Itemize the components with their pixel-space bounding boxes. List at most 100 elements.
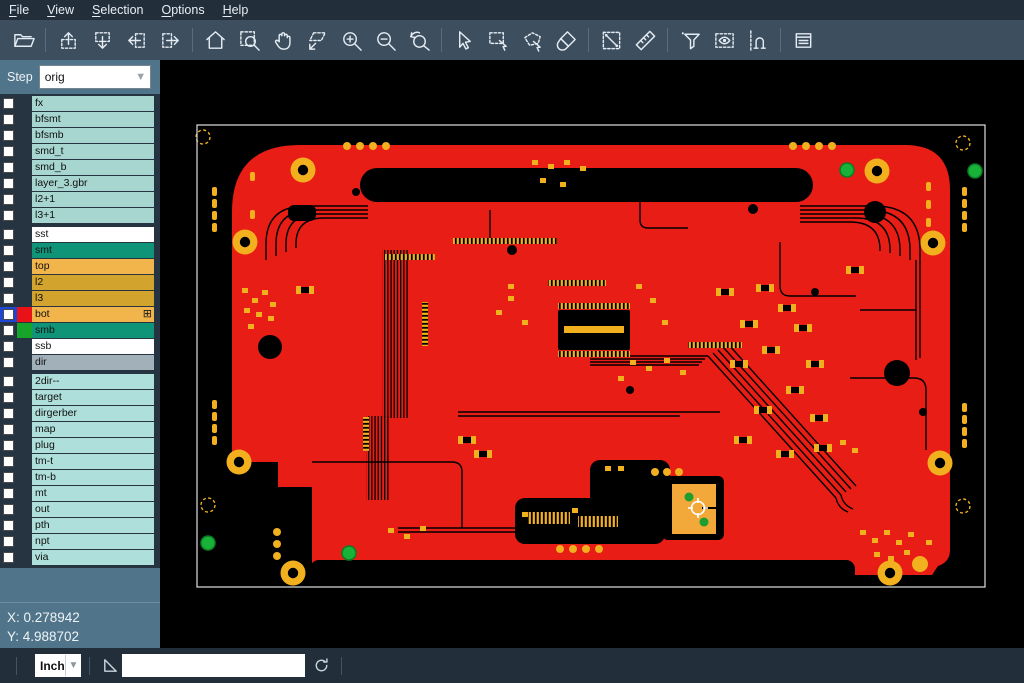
layer-checkbox[interactable] — [0, 550, 17, 565]
layer-name[interactable]: l3 — [32, 291, 154, 306]
layer-color-swatch[interactable] — [17, 518, 32, 533]
layer-color-swatch[interactable] — [17, 390, 32, 405]
layer-checkbox[interactable] — [0, 192, 17, 207]
corner-triangle-icon[interactable] — [98, 654, 122, 678]
layer-name[interactable]: layer_3.gbr — [32, 176, 154, 191]
snap-magnet-button[interactable] — [743, 25, 773, 55]
layer-color-swatch[interactable] — [17, 422, 32, 437]
layer-checkbox[interactable] — [0, 112, 17, 127]
layer-color-swatch[interactable] — [17, 454, 32, 469]
layer-color-swatch[interactable] — [17, 243, 32, 258]
layer-name[interactable]: l2+1 — [32, 192, 154, 207]
layer-checkbox[interactable] — [0, 454, 17, 469]
layer-checkbox[interactable] — [0, 323, 17, 338]
layer-color-swatch[interactable] — [17, 192, 32, 207]
layer-checkbox[interactable] — [0, 422, 17, 437]
layer-checkbox[interactable] — [0, 243, 17, 258]
unit-select[interactable]: Inch ▼ — [35, 654, 81, 677]
layer-color-swatch[interactable] — [17, 502, 32, 517]
layer-name[interactable]: mt — [32, 486, 154, 501]
layer-color-swatch[interactable] — [17, 227, 32, 242]
menu-selection[interactable]: Selection — [83, 0, 152, 20]
toggle-visibility-button[interactable] — [709, 25, 739, 55]
layer-name[interactable]: map — [32, 422, 154, 437]
layer-color-swatch[interactable] — [17, 144, 32, 159]
layer-checkbox[interactable] — [0, 339, 17, 354]
layer-color-swatch[interactable] — [17, 323, 32, 338]
step-select[interactable]: orig ▼ — [39, 65, 151, 89]
layer-checkbox[interactable] — [0, 227, 17, 242]
layer-checkbox[interactable] — [0, 406, 17, 421]
layer-color-swatch[interactable] — [17, 259, 32, 274]
layer-checkbox[interactable] — [0, 438, 17, 453]
layer-name[interactable]: top — [32, 259, 154, 274]
open-folder-button[interactable] — [8, 25, 38, 55]
zoom-previous-button[interactable] — [404, 25, 434, 55]
layer-checkbox[interactable] — [0, 470, 17, 485]
select-polygon-button[interactable] — [517, 25, 547, 55]
zoom-object-button[interactable] — [302, 25, 332, 55]
layer-color-swatch[interactable] — [17, 112, 32, 127]
layer-color-swatch[interactable] — [17, 128, 32, 143]
refresh-icon[interactable] — [309, 654, 333, 678]
nudge-up-button[interactable] — [53, 25, 83, 55]
layer-color-swatch[interactable] — [17, 339, 32, 354]
layer-name[interactable]: dirgerber — [32, 406, 154, 421]
layer-color-swatch[interactable] — [17, 406, 32, 421]
layer-name[interactable]: pth — [32, 518, 154, 533]
layer-name[interactable]: l3+1 — [32, 208, 154, 223]
layer-name[interactable]: bfsmb — [32, 128, 154, 143]
select-pointer-button[interactable] — [449, 25, 479, 55]
menu-file[interactable]: File — [0, 0, 38, 20]
layer-checkbox[interactable] — [0, 291, 17, 306]
layer-name[interactable]: npt — [32, 534, 154, 549]
layer-color-swatch[interactable] — [17, 534, 32, 549]
zoom-in-button[interactable] — [336, 25, 366, 55]
layer-color-swatch[interactable] — [17, 176, 32, 191]
pan-hand-button[interactable] — [268, 25, 298, 55]
layer-name[interactable]: bot⊞ — [32, 307, 154, 322]
layer-checkbox[interactable] — [0, 208, 17, 223]
measure-distance-button[interactable] — [596, 25, 626, 55]
zoom-window-button[interactable] — [234, 25, 264, 55]
layer-name[interactable]: smb — [32, 323, 154, 338]
layer-checkbox[interactable] — [0, 307, 17, 322]
home-view-button[interactable] — [200, 25, 230, 55]
layer-color-swatch[interactable] — [17, 374, 32, 389]
layer-color-swatch[interactable] — [17, 355, 32, 370]
layers-panel-button[interactable] — [788, 25, 818, 55]
layer-name[interactable]: target — [32, 390, 154, 405]
pcb-canvas[interactable] — [160, 60, 1024, 648]
layer-name[interactable]: tm-b — [32, 470, 154, 485]
layer-checkbox[interactable] — [0, 374, 17, 389]
layer-checkbox[interactable] — [0, 259, 17, 274]
layer-checkbox[interactable] — [0, 128, 17, 143]
layer-name[interactable]: fx — [32, 96, 154, 111]
layer-checkbox[interactable] — [0, 275, 17, 290]
layer-checkbox[interactable] — [0, 144, 17, 159]
nudge-right-button[interactable] — [155, 25, 185, 55]
layer-name[interactable]: smd_t — [32, 144, 154, 159]
zoom-out-button[interactable] — [370, 25, 400, 55]
layer-name[interactable]: ssb — [32, 339, 154, 354]
layer-checkbox[interactable] — [0, 160, 17, 175]
layer-checkbox[interactable] — [0, 176, 17, 191]
nudge-down-button[interactable] — [87, 25, 117, 55]
layer-name[interactable]: out — [32, 502, 154, 517]
filter-button[interactable] — [675, 25, 705, 55]
layer-color-swatch[interactable] — [17, 486, 32, 501]
layer-checkbox[interactable] — [0, 355, 17, 370]
layer-color-swatch[interactable] — [17, 275, 32, 290]
layer-name[interactable]: dir — [32, 355, 154, 370]
layer-name[interactable]: via — [32, 550, 154, 565]
layer-color-swatch[interactable] — [17, 96, 32, 111]
layer-color-swatch[interactable] — [17, 208, 32, 223]
layer-checkbox[interactable] — [0, 502, 17, 517]
menu-help[interactable]: Help — [214, 0, 258, 20]
layer-color-swatch[interactable] — [17, 160, 32, 175]
layer-name[interactable]: bfsmt — [32, 112, 154, 127]
layer-color-swatch[interactable] — [17, 438, 32, 453]
layer-color-swatch[interactable] — [17, 307, 32, 322]
layer-name[interactable]: tm-t — [32, 454, 154, 469]
layer-color-swatch[interactable] — [17, 470, 32, 485]
